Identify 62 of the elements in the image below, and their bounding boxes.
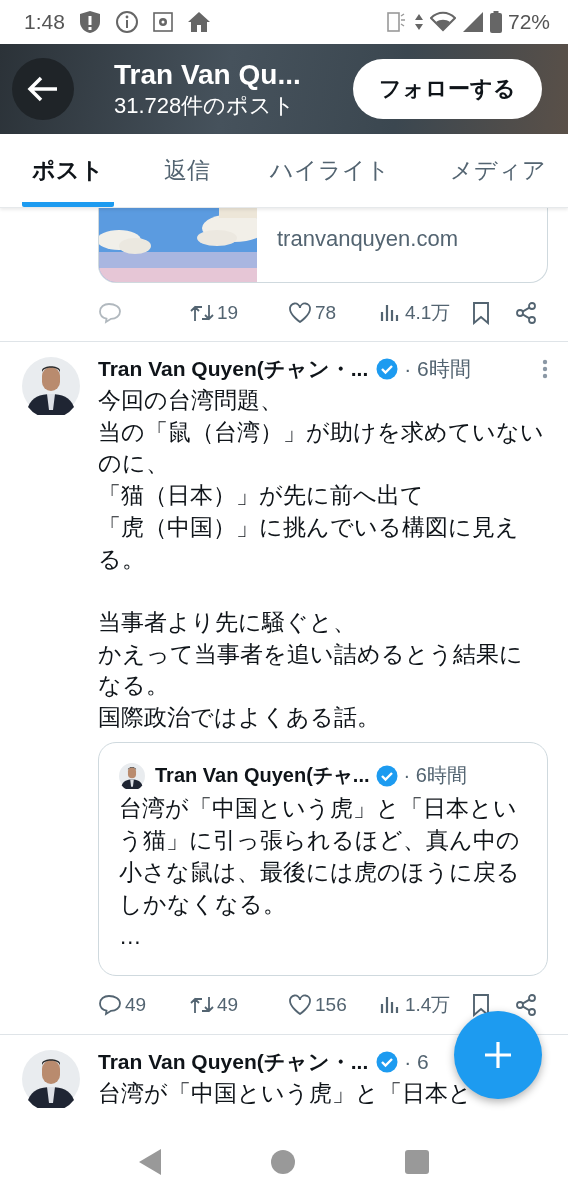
- tab[interactable]: ハイライト: [260, 134, 400, 207]
- avatar: [22, 357, 80, 415]
- profile-name: Tran Van Qu...: [114, 58, 302, 92]
- verified-badge-icon: [375, 764, 398, 787]
- quoted-text-line: …: [119, 922, 143, 951]
- clock-time: 1:48: [24, 10, 65, 34]
- bookmark-icon[interactable]: [470, 992, 492, 1017]
- heart-button[interactable]: 78: [288, 301, 378, 325]
- verified-badge-icon: [376, 1050, 399, 1073]
- post-text-line: 今回の台湾問題、: [98, 387, 284, 415]
- quoted-text-line: 台湾が「中国という虎」と「日本という猫」に引っ張られるほど、真ん中の小さな鼠は、最後には虎のほうに戻るしかなくなる。: [119, 794, 521, 919]
- post-text-line: 台湾が「中国という虎」と「日本と: [98, 1079, 473, 1108]
- link-card[interactable]: tranvanquyen.com: [98, 208, 548, 283]
- plus-icon: [484, 1041, 512, 1069]
- battery-icon: [489, 11, 502, 33]
- more-icon[interactable]: [542, 359, 548, 379]
- repost-arrows-button[interactable]: 19: [190, 301, 288, 325]
- link-domain: tranvanquyen.com: [276, 226, 458, 252]
- back-arrow-icon: [27, 75, 59, 103]
- avatar: [119, 762, 145, 789]
- author-name: Tran Van Quyen(チャン・...: [98, 1048, 369, 1075]
- repost-arrows-button[interactable]: 49: [190, 992, 288, 1017]
- back-triangle-icon[interactable]: [139, 1148, 161, 1175]
- avatar: [22, 1049, 80, 1108]
- post-text-line: 当の「鼠（台湾）」が助けを求めていないのに、: [98, 418, 544, 479]
- post-text-line: 国際政治ではよくある話。: [98, 704, 381, 732]
- vibrate-icon: [385, 11, 408, 33]
- bar-chart-button[interactable]: 4.1万: [378, 300, 470, 326]
- reply-bubble-button[interactable]: 49: [98, 992, 190, 1017]
- reply-bubble-icon: [98, 992, 122, 1017]
- share-icon[interactable]: [514, 992, 538, 1017]
- heart-icon: [288, 992, 312, 1017]
- quoted-post[interactable]: Tran Van Quyen(チャ... · 6時間 台湾が「中国という虎」と「日本という猫」に引っ張られるほど、真ん中の小さな鼠は、最後には虎のほうに戻るしかなくなる。 …: [98, 741, 548, 976]
- post-time: · 6: [404, 1049, 429, 1074]
- post-text-line: 当事者より先に騒ぐと、: [98, 608, 357, 637]
- signal-icon: [461, 11, 484, 33]
- heart-icon: [288, 301, 312, 325]
- shield-alert-icon: [78, 10, 101, 34]
- author-name: Tran Van Quyen(チャ...: [155, 763, 370, 789]
- post-text-line: 「猫（日本）」が先に前へ出て: [98, 482, 425, 511]
- reply-bubble-icon: [98, 301, 122, 325]
- recents-square-icon[interactable]: [405, 1149, 429, 1174]
- post-time: · 6時間: [404, 356, 471, 382]
- post-text-line: 「虎（中国）」に挑んでいる構図に見える。: [98, 513, 520, 574]
- post-text-line: かえって当事者を追い詰めるとう結果になる。: [98, 640, 524, 701]
- follow-button[interactable]: フォローする: [353, 59, 542, 119]
- post-time: · 6時間: [403, 763, 467, 789]
- bar-chart-button[interactable]: 1.4万: [378, 991, 470, 1018]
- gear-icon: [152, 12, 173, 32]
- heart-button[interactable]: 156: [288, 992, 378, 1017]
- battery-percentage: 72%: [507, 10, 550, 34]
- author-name: Tran Van Quyen(チャン・...: [98, 356, 369, 382]
- home-circle-icon[interactable]: [271, 1149, 295, 1174]
- share-icon[interactable]: [514, 301, 538, 325]
- tab[interactable]: メディア: [440, 134, 556, 207]
- post-count: 31.728件のポスト: [114, 92, 297, 120]
- wifi-icon: [429, 11, 456, 33]
- info-icon: [114, 10, 139, 34]
- verified-badge-icon: [376, 358, 399, 380]
- house-icon: [186, 11, 211, 33]
- tab[interactable]: 返信: [154, 134, 220, 207]
- bookmark-icon[interactable]: [470, 301, 492, 325]
